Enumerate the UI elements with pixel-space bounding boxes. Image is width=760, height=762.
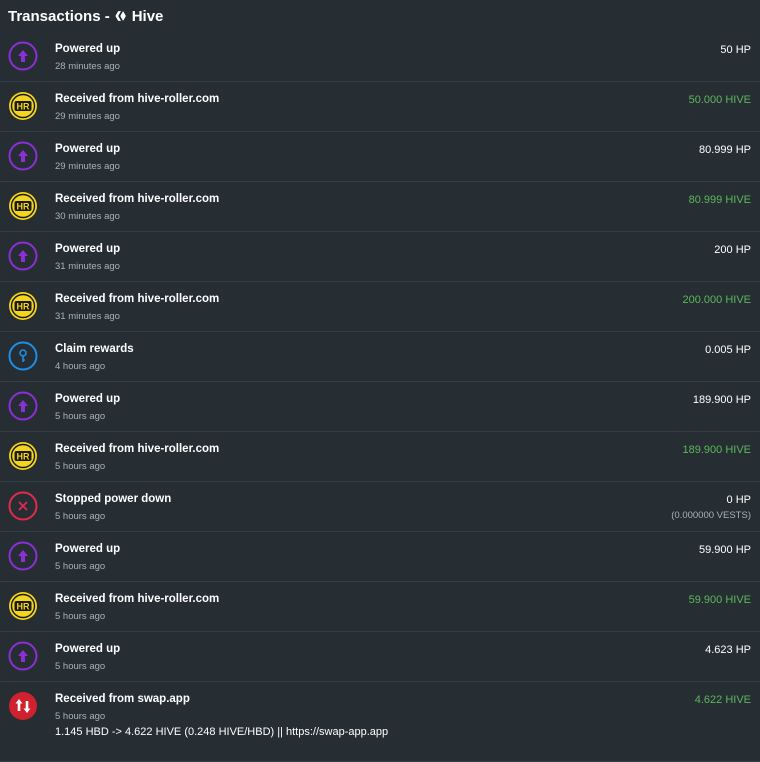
transaction-time: 5 hours ago [55,611,106,622]
transaction-amount: 200 HP [714,244,751,256]
svg-text:HR: HR [17,452,30,462]
transaction-amount: 59.900 HP [699,544,751,556]
transaction-time: 29 minutes ago [55,161,120,172]
transaction-row[interactable]: Claim rewards 4 hours ago 0.005 HP [0,332,760,382]
key-icon [8,341,38,371]
transaction-time: 29 minutes ago [55,111,120,122]
transaction-row[interactable]: Powered up 5 hours ago 59.900 HP [0,532,760,582]
transaction-title: Received from hive-roller.com [55,93,220,105]
transaction-amount: 0 HP [726,494,751,506]
power-up-icon [8,641,38,671]
transaction-title: Received from hive-roller.com [55,193,220,205]
svg-text:HR: HR [17,202,30,212]
transaction-memo: 1.145 HBD -> 4.622 HIVE (0.248 HIVE/HBD)… [55,726,389,738]
transaction-row[interactable]: Stopped power down 5 hours ago 0 HP (0.0000… [0,482,760,532]
power-up-icon [8,541,38,571]
power-up-icon [8,141,38,171]
coin-name: Hive [131,7,164,25]
hive-roller-logo-icon: HR [8,191,38,221]
transaction-row[interactable]: Powered up 5 hours ago 4.623 HP [0,632,760,682]
transaction-title: Received from hive-roller.com [55,593,220,605]
transaction-time: 31 minutes ago [55,261,120,272]
transaction-time: 5 hours ago [55,461,106,472]
transaction-time: 5 hours ago [55,411,106,422]
transaction-row[interactable]: HR Received from hive-roller.com 29 minute… [0,82,760,132]
transaction-amount: 4.623 HP [705,644,751,656]
transaction-amount: 4.622 HIVE [694,694,751,706]
transaction-title: Powered up [55,543,121,555]
transaction-title: Powered up [55,43,121,55]
transaction-sub-amount: (0.000000 VESTS) [671,510,751,521]
svg-text:HR: HR [17,602,30,612]
transaction-amount: 59.900 HIVE [688,594,751,606]
transaction-title: Received from swap.app [55,693,190,705]
transaction-title: Claim rewards [55,343,134,355]
transaction-time: 5 hours ago [55,661,106,672]
transaction-amount: 200.000 HIVE [682,294,752,306]
transaction-row[interactable]: Powered up 28 minutes ago 50 HP [0,32,760,82]
page-title: Transactions - [8,7,110,25]
transaction-time: 5 hours ago [55,511,106,522]
power-up-icon [8,41,38,71]
close-icon [8,491,38,521]
transaction-time: 4 hours ago [55,361,106,372]
svg-text:HR: HR [17,102,30,112]
transaction-row[interactable]: Powered up 29 minutes ago 80.999 HP [0,132,760,182]
transaction-row[interactable]: Received from swap.app 5 hours ago 4.622 H… [0,682,760,762]
transaction-title: Powered up [55,143,121,155]
transaction-title: Received from hive-roller.com [55,293,220,305]
transaction-amount: 80.999 HP [699,144,751,156]
transaction-row[interactable]: HR Received from hive-roller.com 5 hours a… [0,582,760,632]
hive-roller-logo-icon: HR [8,291,38,321]
transaction-time: 30 minutes ago [55,211,120,222]
transaction-row[interactable]: HR Received from hive-roller.com 31 minute… [0,282,760,332]
svg-text:HR: HR [17,302,30,312]
transaction-amount: 50.000 HIVE [688,94,751,106]
transaction-row[interactable]: Powered up 5 hours ago 189.900 HP [0,382,760,432]
transaction-title: Powered up [55,643,121,655]
transaction-time: 5 hours ago [55,561,106,572]
page-header: Transactions - Hive [0,0,760,28]
hive-roller-logo-icon: HR [8,441,38,471]
transaction-list: Powered up 28 minutes ago 50 HP HR Received … [0,32,760,762]
transaction-row[interactable]: HR Received from hive-roller.com 5 hours a… [0,432,760,482]
transaction-row[interactable]: Powered up 31 minutes ago 200 HP [0,232,760,282]
hive-roller-logo-icon: HR [8,91,38,121]
transaction-time: 5 hours ago [55,711,106,722]
power-up-icon [8,391,38,421]
transaction-time: 28 minutes ago [55,61,120,72]
transaction-amount: 50 HP [720,44,751,56]
transaction-title: Powered up [55,243,121,255]
hive-roller-logo-icon: HR [8,591,38,621]
transaction-row[interactable]: HR Received from hive-roller.com 30 minute… [0,182,760,232]
transaction-amount: 189.900 HP [692,394,751,406]
transaction-title: Stopped power down [55,493,172,505]
transaction-title: Powered up [55,393,121,405]
transaction-amount: 0.005 HP [705,344,751,356]
transaction-title: Received from hive-roller.com [55,443,220,455]
swap-app-icon [8,691,38,721]
transaction-amount: 189.900 HIVE [682,444,752,456]
hive-logo-icon [114,9,128,23]
transaction-time: 31 minutes ago [55,311,120,322]
power-up-icon [8,241,38,271]
transaction-amount: 80.999 HIVE [688,194,751,206]
